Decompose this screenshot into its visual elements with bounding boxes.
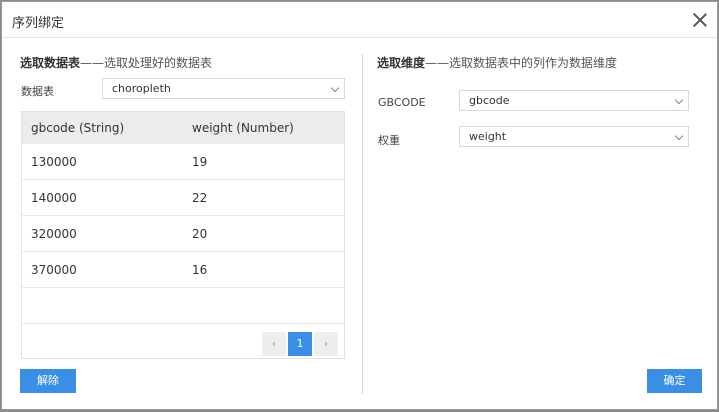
column-header-weight: weight (Number)	[192, 121, 294, 135]
right-section-title: 选取维度——选取数据表中的列作为数据维度	[377, 54, 617, 71]
cell-weight: 19	[192, 155, 208, 169]
cell-gbcode: 320000	[31, 227, 77, 241]
left-section-title-bold: 选取数据表	[20, 56, 81, 70]
dialog-title: 序列绑定	[12, 16, 65, 31]
chevron-down-icon	[674, 95, 684, 105]
left-section-title: 选取数据表——选取处理好的数据表	[20, 54, 212, 71]
table-row: 370000 16	[22, 252, 344, 288]
table-row: 130000 19	[22, 144, 344, 180]
chevron-down-icon	[330, 83, 340, 93]
cell-gbcode: 370000	[31, 263, 77, 277]
column-header-gbcode: gbcode (String)	[31, 121, 125, 135]
table-row-empty	[22, 288, 344, 324]
weight-label: 权重	[378, 134, 400, 147]
weight-select[interactable]: weight	[459, 126, 689, 147]
cell-weight: 20	[192, 227, 208, 241]
series-binding-dialog: 序列绑定 选取数据表——选取处理好的数据表 数据表 choropleth gbc…	[1, 1, 718, 410]
table-row: 320000 20	[22, 216, 344, 252]
pagination-next-button[interactable]: ›	[314, 332, 338, 356]
table-header: gbcode (String) weight (Number)	[22, 112, 344, 144]
gbcode-select[interactable]: gbcode	[459, 90, 689, 111]
right-section-title-bold: 选取维度	[377, 56, 426, 70]
left-section-title-rest: ——选取处理好的数据表	[80, 56, 213, 70]
section-divider	[362, 54, 363, 394]
chevron-down-icon	[674, 131, 684, 141]
cell-gbcode: 140000	[31, 191, 77, 205]
data-table-select-value: choropleth	[112, 82, 171, 95]
cell-weight: 16	[192, 263, 208, 277]
data-preview-table: gbcode (String) weight (Number) 130000 1…	[21, 111, 345, 359]
close-icon[interactable]	[691, 11, 709, 29]
confirm-button[interactable]: 确定	[647, 369, 702, 393]
gbcode-select-value: gbcode	[469, 94, 510, 107]
pagination-prev-button[interactable]: ‹	[262, 332, 286, 356]
cell-gbcode: 130000	[31, 155, 77, 169]
dialog-titlebar: 序列绑定	[2, 2, 717, 38]
table-row: 140000 22	[22, 180, 344, 216]
weight-select-value: weight	[469, 130, 507, 143]
right-section-title-rest: ——选取数据表中的列作为数据维度	[425, 56, 618, 70]
gbcode-label: GBCODE	[378, 96, 426, 109]
data-table-label: 数据表	[21, 85, 54, 98]
cell-weight: 22	[192, 191, 208, 205]
data-table-select[interactable]: choropleth	[102, 78, 345, 99]
unbind-button[interactable]: 解除	[20, 369, 76, 393]
pagination-page-1[interactable]: 1	[288, 332, 312, 356]
